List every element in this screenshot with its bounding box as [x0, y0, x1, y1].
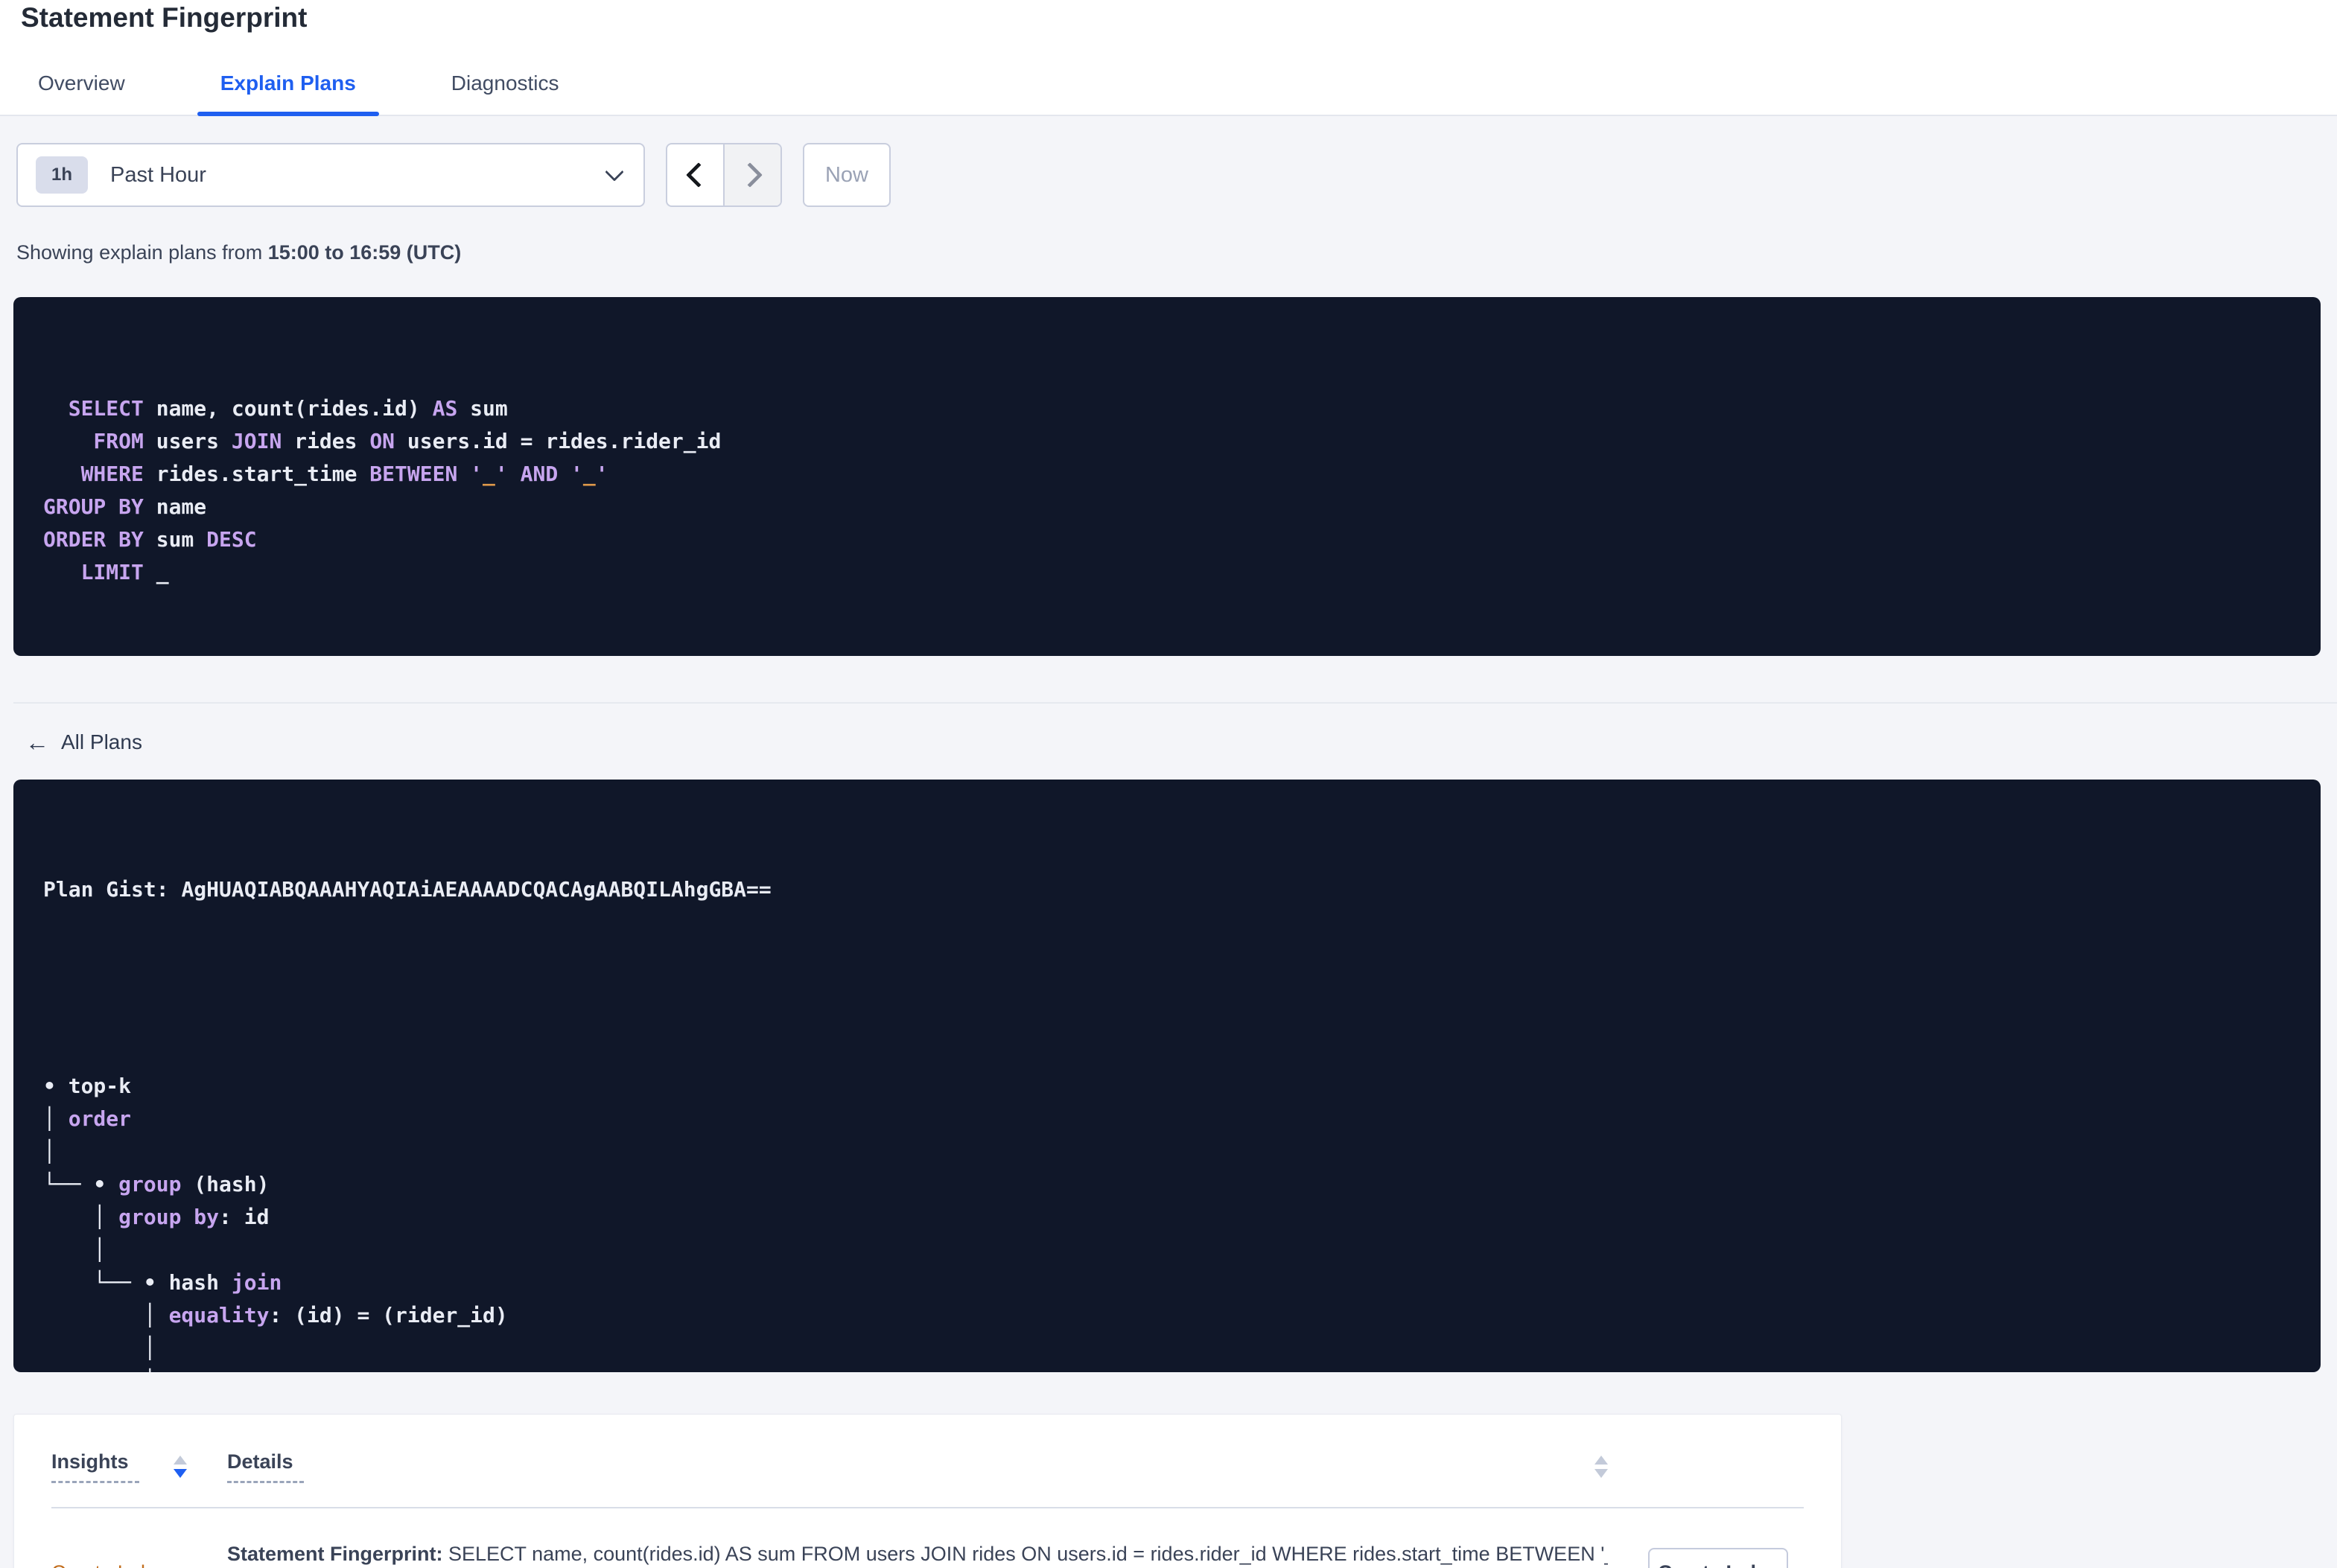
all-plans-back-link[interactable]: ← All Plans	[25, 730, 142, 754]
time-controls: 1h Past Hour Now	[16, 143, 2319, 207]
statement-text: SELECT name, count(rides.id) AS sum FROM…	[442, 1543, 1608, 1565]
section-divider	[13, 702, 2337, 704]
chevron-right-icon	[737, 162, 763, 188]
sort-desc-icon	[1594, 1469, 1608, 1478]
page-header: Statement Fingerprint Overview Explain P…	[0, 0, 2337, 116]
sql-code: SELECT name, count(rides.id) AS sum FROM…	[43, 396, 722, 584]
plan-gist-value: AgHUAQIABQAAAHYAQIAiAEAAAADCQACAgAABQILA…	[181, 877, 772, 902]
prev-time-button[interactable]	[667, 144, 723, 205]
insights-column-header[interactable]: Insights	[51, 1450, 139, 1483]
plan-gist-label: Plan Gist:	[43, 877, 182, 902]
page-title: Statement Fingerprint	[21, 2, 308, 33]
now-button[interactable]: Now	[803, 143, 891, 207]
statement-label: Statement Fingerprint:	[227, 1543, 443, 1565]
plan-gist-panel: Plan Gist: AgHUAQIABQAAAHYAQIAiAEAAAADCQ…	[13, 780, 2321, 1372]
tab-diagnostics[interactable]: Diagnostics	[428, 71, 582, 115]
showing-range-text: Showing explain plans from 15:00 to 16:5…	[16, 241, 2319, 264]
sort-icon-details[interactable]	[1594, 1456, 1608, 1478]
statement-fingerprint-line: Statement Fingerprint: SELECT name, coun…	[227, 1535, 1608, 1568]
sort-asc-icon	[173, 1456, 187, 1465]
chevron-down-icon	[605, 162, 624, 182]
table-row: Create Index Statement Fingerprint: SELE…	[51, 1508, 1804, 1568]
back-link-label: All Plans	[61, 730, 142, 753]
plan-tree: • top-k │ order │ └── • group (hash) │ grou…	[43, 1074, 508, 1372]
tab-overview[interactable]: Overview	[15, 71, 148, 115]
tab-explain-plans[interactable]: Explain Plans	[197, 71, 379, 116]
sort-icon-insights[interactable]	[173, 1456, 187, 1478]
action-cell: Create Index	[1608, 1548, 1804, 1568]
time-range-dropdown[interactable]: 1h Past Hour	[16, 143, 645, 207]
interval-badge: 1h	[36, 156, 89, 194]
next-time-button[interactable]	[723, 144, 780, 205]
details-header-cell: Details	[227, 1450, 1608, 1483]
details-cell: Statement Fingerprint: SELECT name, coun…	[227, 1535, 1608, 1568]
time-pager	[666, 143, 782, 207]
sort-desc-icon	[173, 1469, 187, 1478]
sql-statement-panel: SELECT name, count(rides.id) AS sum FROM…	[13, 297, 2321, 656]
insights-table-header: Insights Details	[51, 1415, 1804, 1507]
time-range-label: Past Hour	[110, 162, 206, 187]
back-arrow-icon: ←	[25, 729, 49, 756]
plan-gist-line: Plan Gist: AgHUAQIABQAAAHYAQIAiAEAAAADCQ…	[43, 873, 2298, 906]
showing-range-bold: 15:00 to 16:59 (UTC)	[267, 241, 462, 264]
details-column-header[interactable]: Details	[227, 1450, 304, 1483]
insights-header-cell: Insights	[51, 1450, 227, 1483]
chevron-left-icon	[685, 162, 711, 188]
showing-prefix: Showing explain plans from	[16, 241, 268, 264]
sort-asc-icon	[1594, 1456, 1608, 1465]
detail-lines: Statement Fingerprint: SELECT name, coun…	[227, 1535, 1608, 1568]
tab-bar: Overview Explain Plans Diagnostics	[0, 71, 2337, 116]
create-index-button[interactable]: Create Index	[1648, 1548, 1788, 1568]
insight-type-link[interactable]: Create Index	[51, 1561, 167, 1568]
insights-table-card: Insights Details Create Index Statement …	[13, 1414, 1842, 1568]
insight-cell: Create Index	[51, 1561, 227, 1568]
